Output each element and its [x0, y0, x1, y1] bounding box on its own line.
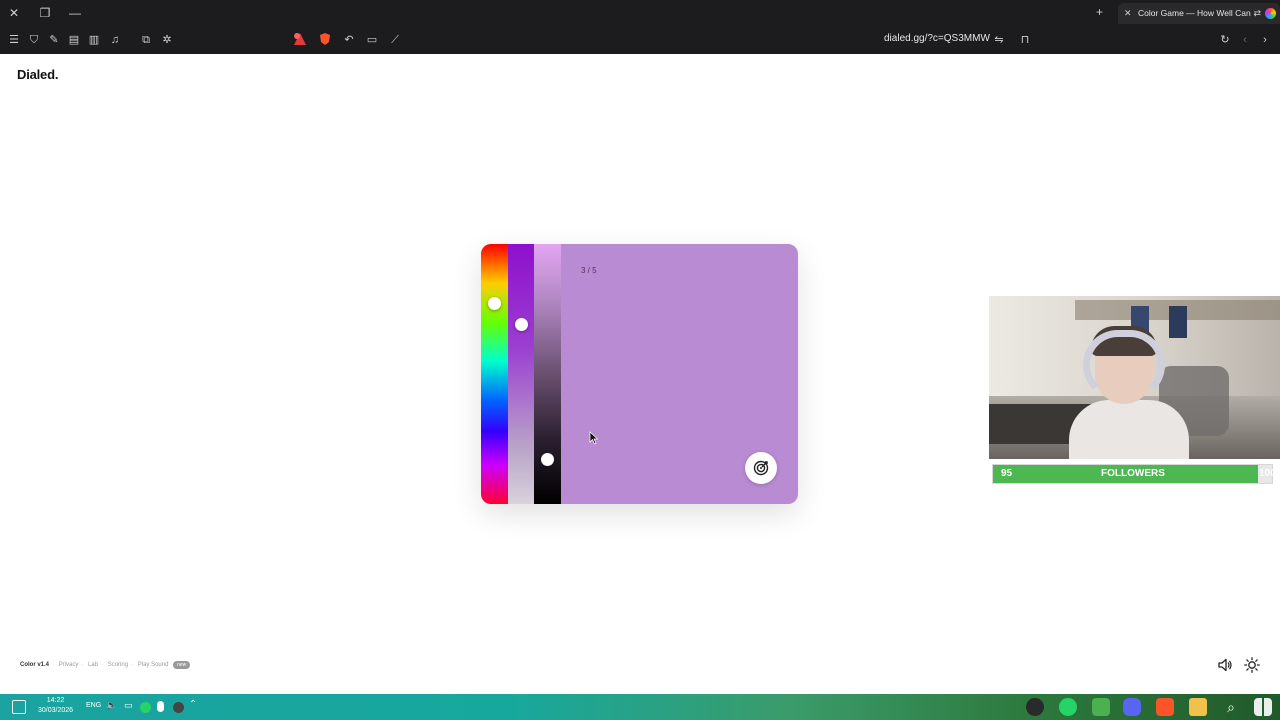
footer-link-lab[interactable]: Lab — [88, 662, 98, 668]
reload-icon[interactable]: ↻ — [1217, 32, 1233, 48]
followers-label: FOLLOWERS — [1101, 468, 1165, 479]
tab-share-icon[interactable]: ⇄ — [1253, 3, 1261, 24]
chevron-up-icon[interactable]: ⌃ — [189, 699, 207, 717]
headphones — [1083, 330, 1165, 400]
back-icon[interactable]: ‹ — [1237, 32, 1253, 48]
screenshot-icon[interactable]: ⧉ — [138, 32, 154, 48]
close-tab-icon[interactable]: ✕ — [1124, 3, 1132, 24]
back-arrow-icon[interactable]: ↶ — [341, 32, 357, 48]
brave-icon[interactable] — [1156, 698, 1174, 716]
footer-link-play-sound[interactable]: Play Sound — [138, 662, 169, 668]
app-b-icon[interactable] — [1092, 698, 1110, 716]
minimize-window-icon[interactable]: — — [67, 5, 83, 21]
file-explorer-icon[interactable] — [1189, 698, 1207, 716]
saturation-slider[interactable] — [508, 244, 534, 504]
followers-goal: 100 — [1259, 468, 1276, 479]
window-icon[interactable]: ▭ — [364, 32, 380, 48]
search-icon[interactable]: ⌕ — [1222, 698, 1240, 716]
round-counter: 3 / 5 — [581, 266, 597, 275]
site-footer: Color v1.4 · Privacy · Lab · Scoring · Play … — [20, 661, 191, 669]
version-label: Color v1.4 — [20, 662, 50, 668]
volume-icon[interactable]: 🔈 — [106, 700, 124, 718]
language-indicator[interactable]: ENG — [86, 702, 101, 709]
address-bar[interactable]: dialed.gg/?c=QS3MMW — [884, 33, 990, 44]
os-taskbar: 14:22 30/03/2026 ENG 🔈 ▭ ⌃ ⌕ — [0, 694, 1280, 720]
site-settings-icon[interactable]: ⇋ — [991, 32, 1007, 48]
submit-guess-button[interactable] — [745, 452, 777, 484]
restore-window-icon[interactable]: ❐ — [37, 5, 53, 21]
pin-icon[interactable]: ✎ — [46, 32, 62, 48]
target-icon — [753, 460, 769, 476]
site-logo[interactable]: Dialed. — [17, 67, 58, 82]
translate-icon[interactable]: ⟋ — [387, 32, 403, 48]
clock-time: 14:22 — [46, 697, 65, 704]
start-menu-icon[interactable] — [1254, 698, 1272, 716]
brave-shield-icon[interactable] — [317, 32, 333, 48]
shield-icon[interactable]: ⛉ — [26, 32, 42, 48]
microphone-icon[interactable] — [157, 701, 164, 712]
forward-icon[interactable]: › — [1257, 32, 1273, 48]
hue-slider[interactable] — [481, 244, 508, 504]
browser-toolbar: ☰ ⛉ ✎ ▤ ▥ ♫ ⧉ ✲ ↶ ▭ ⟋ dialed.gg/?c=QS3MM… — [0, 27, 1280, 54]
footer-link-privacy[interactable]: Privacy — [59, 662, 79, 668]
close-window-icon[interactable]: ✕ — [6, 5, 22, 21]
sun-icon[interactable] — [1244, 657, 1260, 673]
followers-goal-bar: 95 FOLLOWERS 100 — [992, 464, 1276, 484]
tabs-icon[interactable]: ▤ — [66, 32, 82, 48]
sidebar-icon[interactable]: ▥ — [86, 32, 102, 48]
whatsapp-tray-icon[interactable] — [140, 702, 151, 713]
new-tab-icon[interactable]: + — [1096, 5, 1103, 19]
clock-date: 30/03/2026 — [38, 707, 74, 714]
widgets-icon[interactable] — [12, 700, 26, 714]
bookmark-icon[interactable]: ⊓ — [1017, 32, 1033, 48]
saturation-slider-handle[interactable] — [515, 318, 528, 332]
speaker-icon[interactable] — [1217, 657, 1233, 673]
alert-extension-icon[interactable] — [292, 32, 308, 48]
followers-current: 95 — [1001, 468, 1013, 479]
tab-favicon-icon — [1265, 8, 1276, 19]
system-clock[interactable]: 14:22 30/03/2026 — [38, 696, 73, 716]
active-tab[interactable]: ✕ Color Game — How Well Can ⇄ — [1118, 3, 1280, 24]
new-badge: new — [173, 661, 191, 669]
menu-icon[interactable]: ☰ — [6, 32, 22, 48]
color-game-card: 3 / 5 — [481, 244, 798, 504]
tray-app-icon[interactable] — [173, 702, 184, 713]
mouse-cursor-icon — [589, 431, 599, 445]
whatsapp-icon[interactable] — [1059, 698, 1077, 716]
discord-icon[interactable] — [1123, 698, 1141, 716]
extensions-icon[interactable]: ✲ — [159, 32, 175, 48]
music-icon[interactable]: ♫ — [107, 32, 123, 48]
webcam-overlay — [989, 296, 1280, 459]
tab-title: Color Game — How Well Can — [1138, 8, 1251, 18]
obs-icon[interactable] — [1026, 698, 1044, 716]
browser-titlebar: ✕ ❐ — + ✕ Color Game — How Well Can ⇄ — [0, 0, 1280, 27]
footer-link-scoring[interactable]: Scoring — [108, 662, 128, 668]
